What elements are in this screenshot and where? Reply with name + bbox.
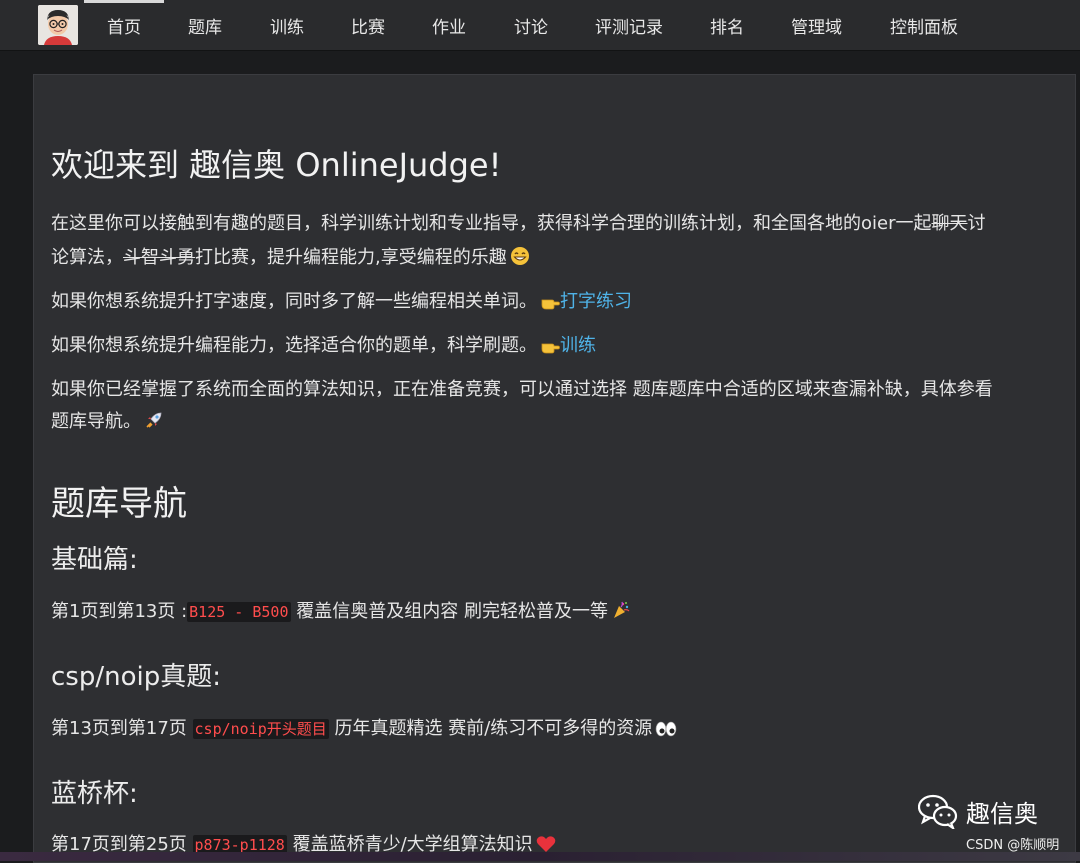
- csdn-attribution: CSDN @陈顺明: [966, 838, 1060, 853]
- intro-strikethrough-chat: 聊天: [931, 213, 968, 234]
- eyes-icon: [655, 721, 677, 742]
- problem-id-code: B125 - B500: [187, 602, 291, 622]
- intro-text-algo: 论算法，: [51, 247, 123, 268]
- watermark-brand: 趣信奥: [966, 800, 1038, 828]
- section-desc-text: 覆盖信奥普及组内容 刷完轻松普及一等: [290, 601, 608, 622]
- problem-nav-heading: 题库导航: [51, 484, 187, 524]
- nav-item-control-panel[interactable]: 控制面板: [890, 13, 958, 38]
- section-line-basics: 第1页到第13页 : B125 - B500 覆盖信奥普及组内容 刷完轻松普及一等: [51, 597, 631, 625]
- intro-text-fun: 打比赛，提升编程能力,享受编程的乐趣: [195, 247, 507, 268]
- rocket-icon: [144, 410, 164, 435]
- training-text: 如果你想系统提升编程能力，选择适合你的题单，科学刷题。: [51, 335, 537, 356]
- pointing-hand-icon: [540, 294, 560, 315]
- training-line: 如果你想系统提升编程能力，选择适合你的题单，科学刷题。 训练: [51, 331, 596, 359]
- nav-item-training[interactable]: 训练: [270, 13, 304, 38]
- party-popper-icon: [611, 600, 631, 625]
- section-heading-lanqiao: 蓝桥杯:: [51, 779, 138, 809]
- section-heading-basics: 基础篇:: [51, 545, 138, 575]
- bottom-edge-strip: [0, 852, 1080, 861]
- section-line-csp-noip: 第13页到第17页 csp/noip开头题目 历年真题精选 赛前/练习不可多得的…: [51, 714, 677, 742]
- intro-strikethrough-battle: 斗智斗勇: [123, 247, 195, 268]
- navigation-text-line-1: 如果你已经掌握了系统而全面的算法知识，正在准备竞赛，可以通过选择 题库题库中合适…: [51, 379, 993, 400]
- nav-item-records[interactable]: 评测记录: [595, 13, 663, 38]
- nav-item-home[interactable]: 首页: [107, 13, 141, 38]
- intro-line-2: 论算法，斗智斗勇打比赛，提升编程能力,享受编程的乐趣: [51, 243, 530, 271]
- active-tab-indicator: [84, 0, 164, 3]
- avatar[interactable]: [38, 5, 78, 45]
- typing-practice-link[interactable]: 打字练习: [560, 291, 632, 312]
- intro-text: 在这里你可以接触到有趣的题目，科学训练计划和专业指导，获得科学合理的训练计划，和…: [51, 213, 932, 234]
- nav-item-contests[interactable]: 比赛: [351, 13, 385, 38]
- section-desc-text: 历年真题精选 赛前/练习不可多得的资源: [328, 718, 653, 739]
- wechat-logo-icon: [917, 793, 958, 831]
- nav-item-problems[interactable]: 题库: [188, 13, 222, 38]
- navigation-text-line-2: 题库导航。: [51, 407, 164, 435]
- typing-text: 如果你想系统提升打字速度，同时多了解一些编程相关单词。: [51, 291, 537, 312]
- problem-id-code: csp/noip开头题目: [192, 719, 329, 739]
- section-heading-csp-noip: csp/noip真题:: [51, 662, 221, 692]
- content-card: [33, 74, 1076, 863]
- section-range-text: 第13页到第17页: [51, 718, 193, 739]
- pointing-hand-icon: [540, 338, 560, 359]
- nav-item-domain[interactable]: 管理域: [791, 13, 842, 38]
- training-link[interactable]: 训练: [560, 335, 596, 356]
- nav-item-homework[interactable]: 作业: [432, 13, 466, 38]
- intro-text-discuss: 讨: [967, 213, 986, 234]
- top-navbar: 首页 题库 训练 比赛 作业 讨论 评测记录 排名 管理域 控制面板: [0, 0, 1080, 51]
- navigation-text-end: 题库导航。: [51, 411, 141, 432]
- typing-line: 如果你想系统提升打字速度，同时多了解一些编程相关单词。 打字练习: [51, 287, 632, 315]
- grin-emoji-icon: [510, 246, 530, 271]
- section-range-text: 第1页到第13页 :: [51, 601, 188, 622]
- intro-line-1: 在这里你可以接触到有趣的题目，科学训练计划和专业指导，获得科学合理的训练计划，和…: [51, 209, 985, 235]
- page-title: 欢迎来到 趣信奥 OnlineJudge!: [51, 146, 502, 184]
- nav-item-discussion[interactable]: 讨论: [514, 13, 548, 38]
- nav-item-ranking[interactable]: 排名: [710, 13, 744, 38]
